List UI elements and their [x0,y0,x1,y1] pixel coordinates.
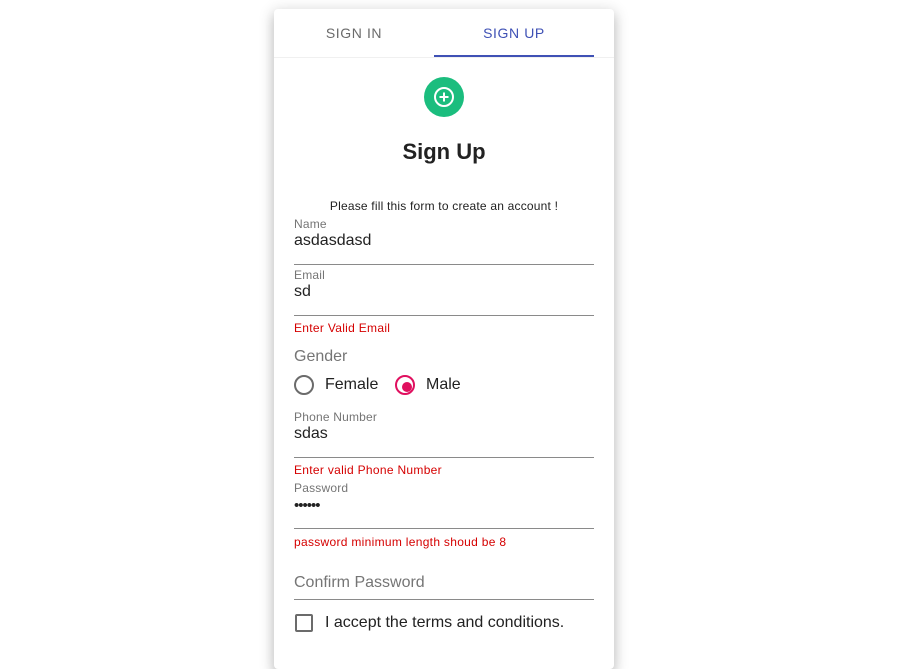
tab-sign-in[interactable]: SIGN IN [274,9,434,57]
password-error: password minimum length shoud be 8 [294,535,507,549]
phone-field[interactable]: Phone Number sdas Enter valid Phone Numb… [294,410,594,480]
add-circle-outline-icon [434,87,454,107]
name-label: Name [294,217,327,231]
page-title: Sign Up [402,139,486,164]
name-underline [294,264,594,265]
password-label: Password [294,481,349,495]
phone-error: Enter valid Phone Number [294,463,442,477]
phone-underline [294,457,594,458]
email-field[interactable]: Email sd Enter Valid Email [294,268,594,338]
name-input[interactable]: asdasdasd [294,232,371,250]
confirm-password-underline [294,599,594,600]
phone-input[interactable]: sdas [294,425,328,443]
email-underline [294,315,594,316]
password-underline [294,528,594,529]
password-field[interactable]: Password •••••• password minimum length … [294,481,594,551]
terms-checkbox[interactable] [295,614,313,632]
tab-bar: SIGN IN SIGN UP [274,9,614,58]
confirm-password-field [294,599,594,601]
gender-label: Gender [294,348,348,365]
terms-label: I accept the terms and conditions. [325,614,565,631]
tab-sign-up[interactable]: SIGN UP [434,9,594,57]
phone-label: Phone Number [294,410,378,424]
avatar [424,77,464,117]
radio-female-label: Female [325,376,379,393]
email-error: Enter Valid Email [294,321,391,335]
signup-card: SIGN IN SIGN UP Sign Up Please fill this… [274,9,614,669]
form-subtitle: Please fill this form to create an accou… [329,199,559,213]
radio-checked-icon [395,375,415,395]
active-tab-indicator [434,55,594,57]
email-label: Email [294,268,326,282]
confirm-password-input[interactable]: Confirm Password [294,574,425,592]
name-field[interactable]: Name asdasdasd [294,217,594,267]
radio-unchecked-icon [294,375,314,395]
password-input[interactable]: •••••• [294,497,320,514]
radio-male-label: Male [426,376,461,393]
email-input[interactable]: sd [294,283,311,301]
